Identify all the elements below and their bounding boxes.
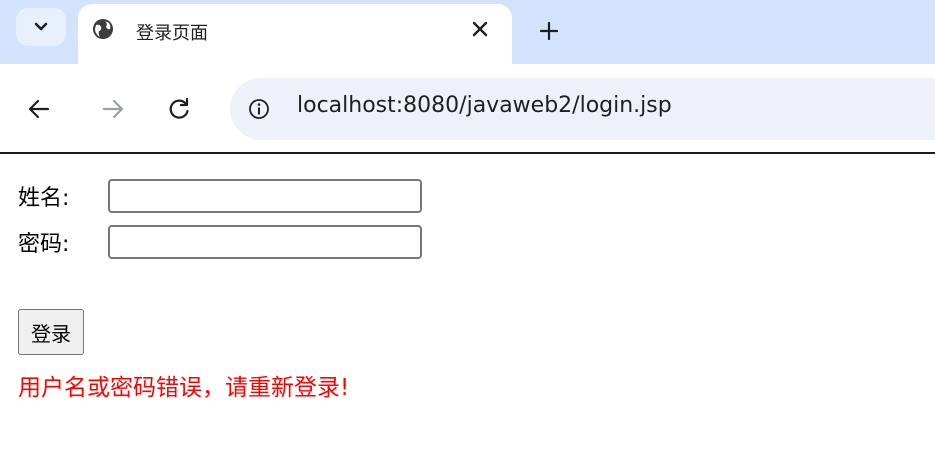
url-host: localhost [297, 93, 396, 118]
name-input[interactable] [108, 179, 422, 213]
name-label: 姓名: [18, 186, 70, 211]
tab-strip: 登录页面 [0, 0, 935, 64]
password-label: 密码: [18, 232, 70, 257]
page-content: 姓名: 密码: 登录 用户名或密码错误，请重新登录! [0, 154, 935, 473]
reload-icon[interactable] [166, 96, 192, 122]
address-bar[interactable]: localhost:8080/javaweb2/login.jsp [230, 78, 935, 140]
password-input[interactable] [108, 225, 422, 259]
error-message: 用户名或密码错误，请重新登录! [18, 375, 350, 401]
url-text[interactable]: localhost:8080/javaweb2/login.jsp [297, 93, 672, 118]
browser-toolbar: localhost:8080/javaweb2/login.jsp [0, 64, 935, 152]
tab-title: 登录页面 [136, 23, 208, 44]
login-button[interactable]: 登录 [18, 309, 84, 355]
password-row: 密码: [18, 222, 422, 262]
chevron-down-icon [34, 22, 48, 31]
back-arrow-icon[interactable] [26, 96, 52, 122]
forward-arrow-icon[interactable] [100, 96, 126, 122]
close-icon[interactable] [471, 20, 489, 38]
info-icon[interactable] [248, 98, 270, 120]
name-row: 姓名: [18, 176, 422, 216]
plus-icon[interactable] [538, 20, 560, 42]
tab-search-button[interactable] [16, 8, 66, 46]
url-path: :8080/javaweb2/login.jsp [395, 93, 672, 118]
globe-icon [93, 19, 113, 39]
active-tab[interactable]: 登录页面 [78, 4, 512, 64]
